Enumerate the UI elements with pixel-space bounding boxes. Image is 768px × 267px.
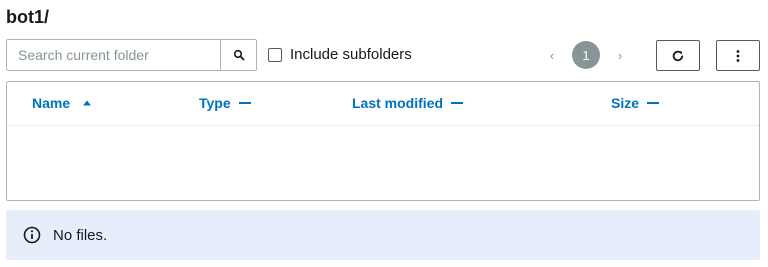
refresh-button[interactable] [656,40,700,71]
previous-page-icon[interactable]: ‹ [540,48,564,63]
include-subfolders-checkbox[interactable] [268,47,282,62]
info-icon [23,226,41,244]
more-actions-button[interactable] [716,40,760,71]
search-input[interactable] [7,40,220,70]
sort-ascending-icon [83,100,92,106]
include-subfolders-label: Include subfolders [290,46,412,63]
unsorted-icon [647,102,660,104]
table-header: Name Type Last modified Size [7,82,759,126]
next-page-icon[interactable]: › [608,48,632,63]
column-header-name[interactable]: Name [32,95,92,111]
vertical-dots-icon [736,49,740,62]
column-header-label: Size [611,95,640,111]
search-button[interactable] [220,40,256,70]
pagination: ‹ 1 › [540,41,632,69]
page-title: bot1/ [6,7,49,27]
files-table: Name Type Last modified Size [6,81,760,201]
refresh-icon [672,50,684,61]
search-box [6,39,257,71]
column-header-label: Last modified [352,95,444,111]
column-header-size[interactable]: Size [611,95,660,111]
search-icon [233,49,244,61]
column-header-label: Type [199,95,231,111]
include-subfolders[interactable]: Include subfolders [268,46,412,63]
column-header-last-modified[interactable]: Last modified [352,95,464,111]
alert-message: No files. [53,226,108,244]
current-page-button[interactable]: 1 [572,41,600,69]
column-header-label: Name [32,95,71,111]
empty-state-alert: No files. [6,210,760,260]
column-header-type[interactable]: Type [199,95,251,111]
unsorted-icon [451,102,464,104]
unsorted-icon [238,102,251,104]
